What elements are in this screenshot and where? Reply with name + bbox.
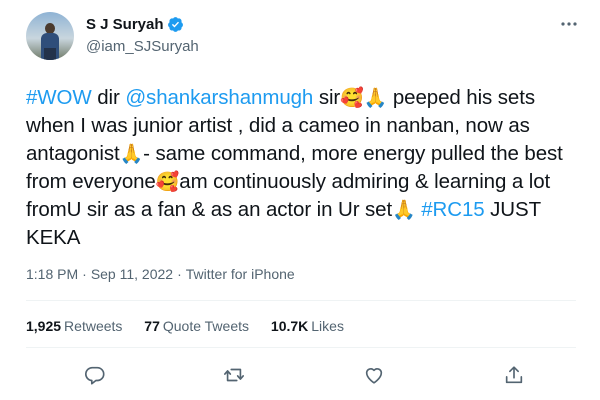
tweet-emoji: 🥰 — [155, 171, 180, 193]
quote-tweets-count: 77 — [144, 318, 160, 334]
tweet-text: #WOW dir @shankarshanmugh sir🥰🙏 peeped h… — [26, 84, 578, 252]
more-options-icon[interactable] — [558, 14, 580, 34]
verified-badge-icon — [167, 17, 183, 33]
retweets-label: Retweets — [64, 318, 123, 334]
tweet-emoji: 🥰🙏 — [340, 87, 388, 109]
reply-button[interactable] — [84, 364, 108, 388]
share-icon — [505, 366, 523, 384]
quote-tweets-label: Quote Tweets — [162, 318, 250, 334]
author-display-name[interactable]: S J Suryah — [86, 16, 164, 33]
likes-stat[interactable]: 10.7K Likes — [271, 318, 344, 334]
meta-separator: · — [177, 266, 182, 282]
share-button[interactable] — [503, 364, 527, 388]
quote-tweets-stat[interactable]: 77 Quote Tweets — [144, 318, 249, 334]
tweet-time[interactable]: 1:18 PM — [26, 266, 78, 282]
tweet-link[interactable]: @shankarshanmugh — [125, 86, 313, 109]
tweet-link[interactable]: #WOW — [26, 86, 92, 109]
avatar-figure-legs — [44, 48, 56, 60]
tweet-source[interactable]: Twitter for iPhone — [186, 266, 295, 282]
tweet-card: S J Suryah @iam_SJSuryah #WOW dir @shank… — [0, 0, 600, 400]
tweet-actions — [26, 360, 576, 394]
retweets-stat[interactable]: 1,925 Retweets — [26, 318, 122, 334]
tweet-text-segment: dir — [91, 86, 126, 109]
retweet-icon — [224, 368, 244, 382]
author-handle[interactable]: @iam_SJSuryah — [86, 38, 199, 55]
tweet-header: S J Suryah @iam_SJSuryah — [26, 12, 586, 68]
tweet-text-segment: sir — [313, 86, 341, 109]
reply-icon — [85, 366, 105, 385]
author-names: S J Suryah @iam_SJSuryah — [86, 16, 199, 55]
divider — [26, 300, 576, 301]
retweet-button[interactable] — [223, 364, 247, 388]
like-button[interactable] — [363, 364, 387, 388]
heart-icon — [365, 368, 383, 384]
tweet-meta: 1:18 PM · Sep 11, 2022 · Twitter for iPhone — [26, 266, 295, 282]
divider — [26, 347, 576, 348]
tweet-emoji: 🙏 — [392, 199, 416, 221]
tweet-emoji: 🙏 — [119, 143, 144, 165]
likes-label: Likes — [311, 318, 344, 334]
tweet-date[interactable]: Sep 11, 2022 — [91, 266, 173, 282]
meta-separator: · — [82, 266, 87, 282]
avatar[interactable] — [26, 12, 74, 60]
tweet-link[interactable]: #RC15 — [421, 198, 484, 221]
likes-count: 10.7K — [270, 318, 309, 334]
tweet-stats: 1,925 Retweets 77 Quote Tweets 10.7K Likes — [26, 318, 362, 334]
retweets-count: 1,925 — [26, 318, 62, 334]
